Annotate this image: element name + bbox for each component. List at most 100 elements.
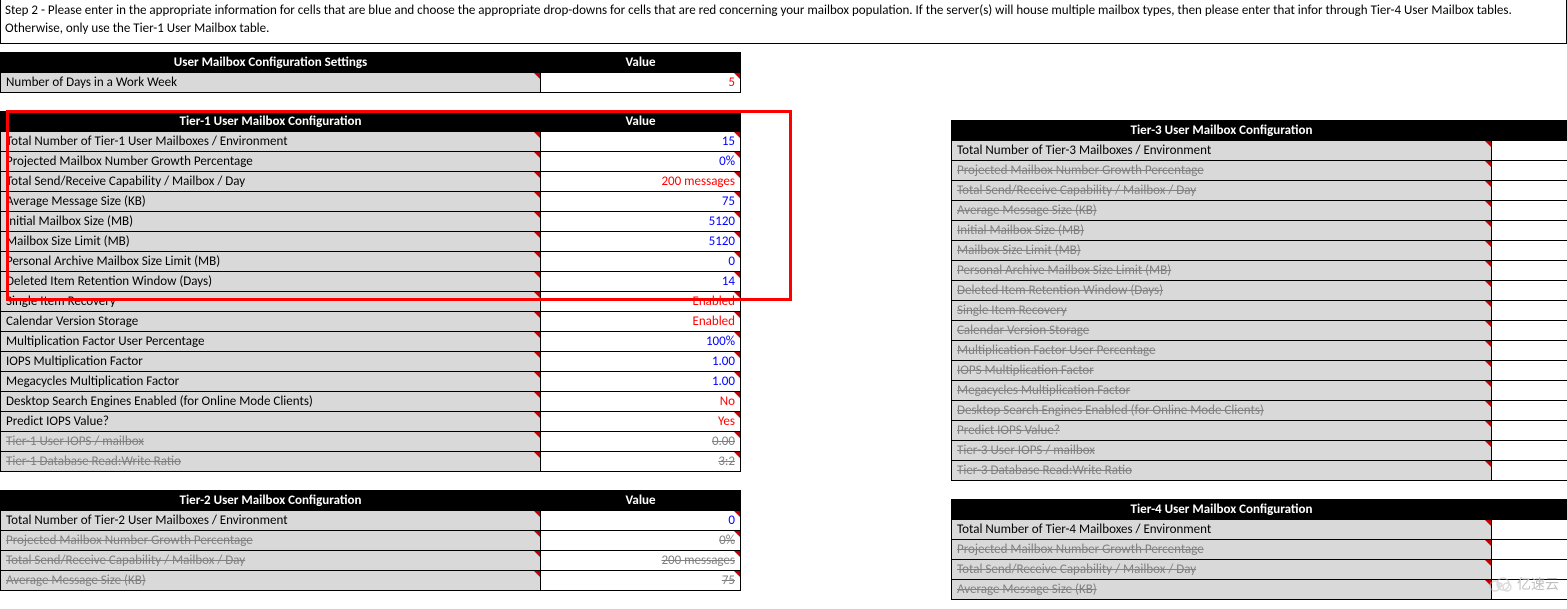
settings-header-label: User Mailbox Configuration Settings — [1, 53, 541, 73]
row-value[interactable] — [1492, 540, 1567, 560]
row-value[interactable]: 3:2 — [541, 452, 741, 472]
row-value[interactable]: 200 messages — [541, 172, 741, 192]
row-value[interactable] — [1492, 281, 1567, 301]
row-value[interactable]: 100% — [541, 332, 741, 352]
table-row: Predict IOPS Value?Yes — [1, 412, 741, 432]
settings-header-value: Value — [541, 53, 741, 73]
table-row: Average Message Size (KB)75 — [1, 192, 741, 212]
row-label: Predict IOPS Value? — [952, 421, 1492, 441]
row-value[interactable]: 5120 — [541, 232, 741, 252]
table-row: Projected Mailbox Number Growth Percenta… — [952, 161, 1567, 181]
row-label: Desktop Search Engines Enabled (for Onli… — [1, 392, 541, 412]
row-value[interactable] — [1492, 261, 1567, 281]
row-value[interactable] — [1492, 241, 1567, 261]
row-label: IOPS Multiplication Factor — [952, 361, 1492, 381]
row-value[interactable] — [1492, 461, 1567, 481]
row-value[interactable]: 0 — [541, 511, 741, 531]
table-row: Megacycles Multiplication Factor — [952, 381, 1567, 401]
step-instructions-text: Step 2 - Please enter in the appropriate… — [5, 3, 1512, 36]
tier1-table: Tier-1 User Mailbox Configuration Value … — [0, 111, 741, 472]
table-row: Multiplication Factor User Percentage — [952, 341, 1567, 361]
row-value[interactable]: 5 — [541, 73, 741, 93]
row-value[interactable] — [1492, 161, 1567, 181]
row-value[interactable] — [1492, 321, 1567, 341]
row-label: Average Message Size (KB) — [1, 571, 541, 591]
row-value[interactable]: 0% — [541, 531, 741, 551]
row-label: Number of Days in a Work Week — [1, 73, 541, 93]
left-column: User Mailbox Configuration Settings Valu… — [0, 52, 741, 591]
row-label: Initial Mailbox Size (MB) — [952, 221, 1492, 241]
row-value[interactable]: 0% — [541, 152, 741, 172]
right-column-spacer — [951, 52, 1567, 120]
tier4-header-label: Tier-4 User Mailbox Configuration — [952, 500, 1492, 520]
row-label: IOPS Multiplication Factor — [1, 352, 541, 372]
cloud-icon — [1487, 575, 1513, 593]
table-row: Tier-1 User IOPS / mailbox0.00 — [1, 432, 741, 452]
table-row: Total Send/Receive Capability / Mailbox … — [952, 560, 1567, 580]
row-value[interactable] — [1492, 401, 1567, 421]
row-value[interactable]: 1.00 — [541, 372, 741, 392]
row-label: Personal Archive Mailbox Size Limit (MB) — [1, 252, 541, 272]
table-row: Predict IOPS Value? — [952, 421, 1567, 441]
table-row: Total Send/Receive Capability / Mailbox … — [1, 172, 741, 192]
table-row: Mailbox Size Limit (MB)5120 — [1, 232, 741, 252]
table-row: Single Item RecoveryEnabled — [1, 292, 741, 312]
row-label: Mailbox Size Limit (MB) — [1, 232, 541, 252]
tier1-header-value: Value — [541, 112, 741, 132]
row-label: Total Number of Tier-1 User Mailboxes / … — [1, 132, 541, 152]
row-value[interactable] — [1492, 441, 1567, 461]
row-label: Tier-3 User IOPS / mailbox — [952, 441, 1492, 461]
row-label: Calendar Version Storage — [1, 312, 541, 332]
row-label: Multiplication Factor User Percentage — [1, 332, 541, 352]
row-label: Personal Archive Mailbox Size Limit (MB) — [952, 261, 1492, 281]
table-row: Initial Mailbox Size (MB)5120 — [1, 212, 741, 232]
row-value[interactable] — [1492, 421, 1567, 441]
table-row: Total Number of Tier-4 Mailboxes / Envir… — [952, 520, 1567, 540]
table-row: Deleted Item Retention Window (Days)14 — [1, 272, 741, 292]
tier1-header-label: Tier-1 User Mailbox Configuration — [1, 112, 541, 132]
row-label: Predict IOPS Value? — [1, 412, 541, 432]
table-row: Tier-3 User IOPS / mailbox — [952, 441, 1567, 461]
row-value[interactable]: 15 — [541, 132, 741, 152]
row-value[interactable]: 0.00 — [541, 432, 741, 452]
table-row: Total Number of Tier-1 User Mailboxes / … — [1, 132, 741, 152]
row-value[interactable]: Enabled — [541, 312, 741, 332]
row-label: Calendar Version Storage — [952, 321, 1492, 341]
row-label: Total Send/Receive Capability / Mailbox … — [952, 560, 1492, 580]
row-value[interactable] — [1492, 341, 1567, 361]
row-label: Megacycles Multiplication Factor — [1, 372, 541, 392]
row-label: Desktop Search Engines Enabled (for Onli… — [952, 401, 1492, 421]
row-value[interactable] — [1492, 301, 1567, 321]
table-row: IOPS Multiplication Factor — [952, 361, 1567, 381]
settings-table: User Mailbox Configuration Settings Valu… — [0, 52, 741, 93]
row-value[interactable] — [1492, 181, 1567, 201]
row-value[interactable]: Yes — [541, 412, 741, 432]
table-row: Personal Archive Mailbox Size Limit (MB)… — [1, 252, 741, 272]
row-value[interactable]: 1.00 — [541, 352, 741, 372]
row-value[interactable] — [1492, 201, 1567, 221]
row-label: Deleted Item Retention Window (Days) — [1, 272, 541, 292]
row-value[interactable] — [1492, 141, 1567, 161]
row-label: Total Send/Receive Capability / Mailbox … — [1, 172, 541, 192]
row-value[interactable] — [1492, 381, 1567, 401]
tier2-header-label: Tier-2 User Mailbox Configuration — [1, 491, 541, 511]
row-value[interactable]: 75 — [541, 192, 741, 212]
row-value[interactable]: 0 — [541, 252, 741, 272]
row-label: Single Item Recovery — [1, 292, 541, 312]
row-value[interactable]: No — [541, 392, 741, 412]
row-value[interactable]: 5120 — [541, 212, 741, 232]
row-value[interactable] — [1492, 520, 1567, 540]
table-row: Personal Archive Mailbox Size Limit (MB) — [952, 261, 1567, 281]
row-value[interactable]: 75 — [541, 571, 741, 591]
table-row: Total Send/Receive Capability / Mailbox … — [1, 551, 741, 571]
row-label: Tier-1 User IOPS / mailbox — [1, 432, 541, 452]
row-value[interactable]: 200 messages — [541, 551, 741, 571]
row-value[interactable] — [1492, 221, 1567, 241]
table-row: Average Message Size (KB) — [952, 580, 1567, 600]
row-value[interactable]: Enabled — [541, 292, 741, 312]
table-row: Mailbox Size Limit (MB) — [952, 241, 1567, 261]
row-value[interactable] — [1492, 361, 1567, 381]
table-row: Projected Mailbox Number Growth Percenta… — [1, 531, 741, 551]
row-value[interactable]: 14 — [541, 272, 741, 292]
step-instructions: Step 2 - Please enter in the appropriate… — [0, 0, 1567, 44]
